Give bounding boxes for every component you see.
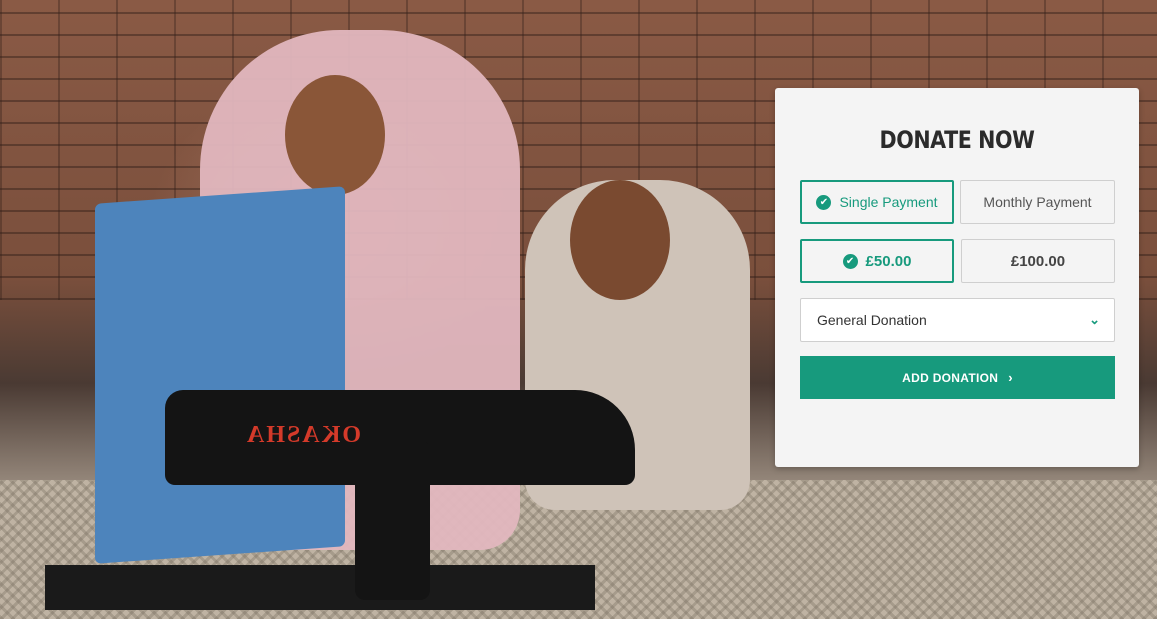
woman-face	[285, 75, 385, 195]
amount-option-100[interactable]: £100.00	[961, 239, 1115, 283]
monthly-payment-option[interactable]: Monthly Payment	[960, 180, 1115, 224]
single-payment-label: Single Payment	[839, 194, 938, 210]
boy-face	[570, 180, 670, 300]
single-payment-option[interactable]: ✔ Single Payment	[800, 180, 954, 224]
check-circle-icon: ✔	[842, 253, 858, 269]
add-donation-button[interactable]: ADD DONATION ›	[800, 356, 1115, 399]
sewing-machine-arm	[355, 440, 430, 600]
donate-title: DONATE NOW	[879, 126, 1035, 154]
add-donation-label: ADD DONATION	[902, 370, 999, 385]
sewing-machine-base	[45, 565, 595, 610]
fund-select[interactable]: General Donation ⌄	[800, 298, 1115, 342]
amount-option-50[interactable]: ✔ £50.00	[800, 239, 954, 283]
sewing-machine-brand: OKASHA	[245, 422, 362, 448]
donate-card: DONATE NOW ✔ Single Payment Monthly Paym…	[775, 88, 1139, 467]
amount-label-50: £50.00	[865, 252, 912, 270]
fund-select-value: General Donation	[817, 312, 927, 328]
amount-label-100: £100.00	[1010, 252, 1066, 270]
sewing-machine: OKASHA	[45, 380, 640, 610]
chevron-right-icon: ›	[1008, 370, 1013, 385]
chevron-down-icon: ⌄	[1089, 312, 1100, 327]
monthly-payment-label: Monthly Payment	[983, 194, 1092, 210]
check-circle-icon: ✔	[816, 194, 832, 210]
